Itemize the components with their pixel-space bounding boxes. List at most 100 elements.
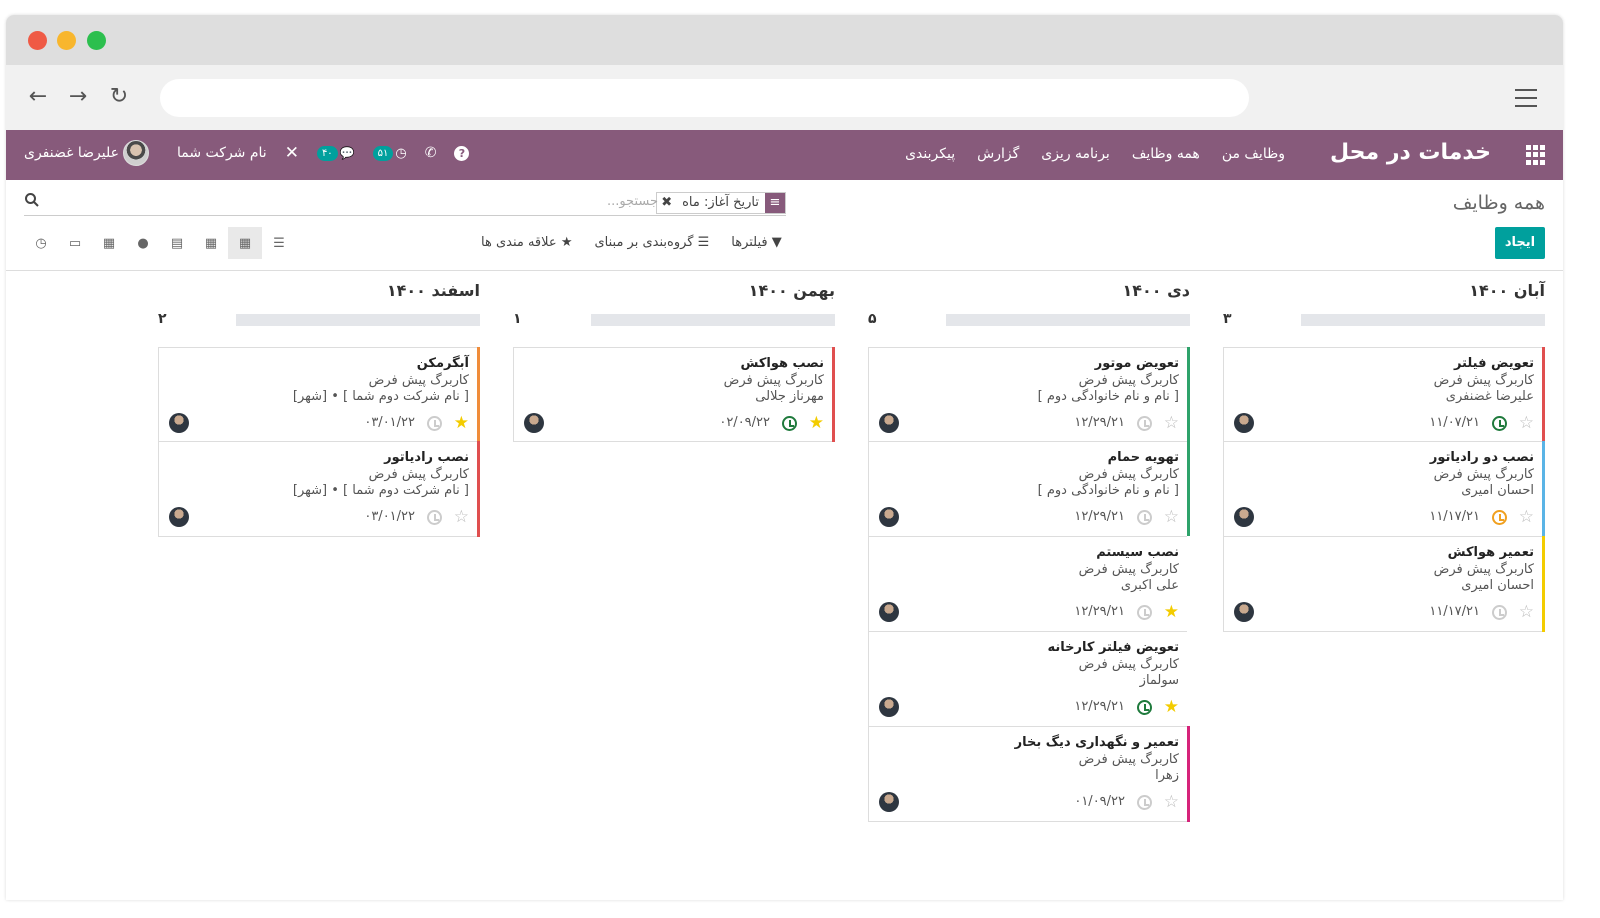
- task-worksheet: کاربرگ پیش فرض: [368, 467, 469, 482]
- search-icon[interactable]: [24, 192, 40, 208]
- browser-window: ← → ↻ خدمات در محل وظایف من همه وظایف بر…: [6, 15, 1563, 900]
- activity-clock-icon[interactable]: [782, 416, 797, 431]
- gantt-view-icon[interactable]: ▤: [160, 227, 194, 259]
- search-facet: ≡ تاریخ آغاز: ماه ✖: [656, 192, 786, 214]
- apps-grid-icon[interactable]: [1525, 145, 1545, 165]
- task-title: آبگرمکن: [416, 356, 469, 371]
- priority-star-icon[interactable]: ☆: [1519, 508, 1534, 526]
- assignee-avatar[interactable]: [879, 792, 899, 812]
- menu-my-tasks[interactable]: وظایف من: [1222, 146, 1285, 162]
- pivot-view-icon[interactable]: ▦: [92, 227, 126, 259]
- task-card[interactable]: تعویض فیلتر کارخانه کاربرگ پیش فرض سولماز ★…: [868, 631, 1190, 727]
- menu-all-tasks[interactable]: همه وظایف: [1132, 146, 1200, 162]
- activity-clock-icon[interactable]: [1492, 605, 1507, 620]
- task-card[interactable]: تعمیر هواکش کاربرگ پیش فرض احسان امیری ☆ ۱۱/…: [1223, 536, 1545, 632]
- task-card[interactable]: تهویه حمام کاربرگ پیش فرض[ نام و نام خانو…: [868, 441, 1190, 537]
- task-card[interactable]: تعمیر و نگهداری دیگ بخار کاربرگ پیش فرض زه…: [868, 726, 1190, 822]
- color-stripe: [1187, 536, 1190, 632]
- activity-clock-icon[interactable]: [1492, 510, 1507, 525]
- task-card[interactable]: نصب هواکش کاربرگ پیش فرض مهرناز جلالی ★ ۰۲/۰…: [513, 347, 835, 442]
- menu-configuration[interactable]: پیکربندی: [905, 146, 955, 162]
- menu-reporting[interactable]: گزارش: [977, 146, 1019, 162]
- activity-clock-icon[interactable]: [1492, 416, 1507, 431]
- assignee-avatar[interactable]: [524, 413, 544, 433]
- assignee-avatar[interactable]: [879, 602, 899, 622]
- phone-icon[interactable]: ✆: [425, 145, 437, 161]
- close-window-button[interactable]: [28, 31, 47, 50]
- task-customer: [ نام شرکت دوم شما ] • [شهر]: [292, 389, 469, 404]
- column-title[interactable]: اسفند ۱۴۰۰: [387, 281, 480, 300]
- help-icon[interactable]: ?: [454, 145, 470, 161]
- priority-star-icon[interactable]: ☆: [1164, 793, 1179, 811]
- user-menu[interactable]: علیرضا غضنفری: [24, 140, 149, 166]
- color-stripe: [1542, 441, 1545, 537]
- minimize-window-button[interactable]: [57, 31, 76, 50]
- priority-star-icon[interactable]: ☆: [1519, 414, 1534, 432]
- priority-star-icon[interactable]: ☆: [454, 508, 469, 526]
- activity-clock-icon[interactable]: [1137, 416, 1152, 431]
- priority-star-icon[interactable]: ★: [454, 414, 469, 432]
- activity-clock-icon[interactable]: [1137, 510, 1152, 525]
- activity-clock-icon[interactable]: [427, 416, 442, 431]
- priority-star-icon[interactable]: ★: [1164, 603, 1179, 621]
- debug-tools-icon[interactable]: ✕: [285, 143, 299, 163]
- maximize-window-button[interactable]: [87, 31, 106, 50]
- create-button[interactable]: ایجاد: [1495, 227, 1545, 259]
- column-title[interactable]: دی ۱۴۰۰: [1122, 281, 1190, 300]
- activity-view-icon[interactable]: ◷: [24, 227, 58, 259]
- groupby-dropdown[interactable]: ☰ گروه‌بندی بر مبنای: [594, 235, 709, 250]
- assignee-avatar[interactable]: [1234, 413, 1254, 433]
- search-input[interactable]: جستجو...: [607, 194, 658, 209]
- task-card[interactable]: تعویض فیلتر کاربرگ پیش فرض علیرضا غضنفری ☆ ۱…: [1223, 347, 1545, 442]
- activity-clock-icon[interactable]: [1137, 700, 1152, 715]
- menu-planning[interactable]: برنامه ریزی: [1041, 146, 1110, 162]
- color-stripe: [477, 347, 480, 442]
- assignee-avatar[interactable]: [169, 507, 189, 527]
- activity-clock-icon[interactable]: [427, 510, 442, 525]
- assignee-avatar[interactable]: [879, 697, 899, 717]
- chat-icon: 💬: [339, 146, 355, 160]
- url-bar[interactable]: [160, 79, 1249, 117]
- graph-view-icon[interactable]: ▭: [58, 227, 92, 259]
- remove-facet-icon[interactable]: ✖: [657, 193, 676, 213]
- activity-clock-icon[interactable]: [1137, 605, 1152, 620]
- priority-star-icon[interactable]: ☆: [1519, 603, 1534, 621]
- task-card[interactable]: نصب سیستم کاربرگ پیش فرض علی اکبری ★ ۱۲/۲۹/۲…: [868, 536, 1190, 632]
- forward-arrow-icon[interactable]: →: [66, 85, 90, 109]
- task-card[interactable]: نصب رادیاتور کاربرگ پیش فرض[ نام شرکت دوم…: [158, 441, 480, 537]
- filters-dropdown[interactable]: ▼ فیلترها: [731, 235, 782, 250]
- priority-star-icon[interactable]: ☆: [1164, 508, 1179, 526]
- assignee-avatar[interactable]: [1234, 507, 1254, 527]
- favorites-dropdown[interactable]: ★ علاقه مندی ها: [481, 235, 572, 250]
- priority-star-icon[interactable]: ★: [809, 414, 824, 432]
- column-cards: نصب هواکش کاربرگ پیش فرض مهرناز جلالی ★ ۰۲/۰…: [513, 347, 835, 442]
- funnel-icon: ▼: [771, 235, 782, 250]
- assignee-avatar[interactable]: [169, 413, 189, 433]
- assignee-avatar[interactable]: [1234, 602, 1254, 622]
- task-title: تعویض موتور: [1094, 356, 1179, 371]
- task-card[interactable]: نصب دو رادیاتور کاربرگ پیش فرض احسان امیری…: [1223, 441, 1545, 537]
- priority-star-icon[interactable]: ★: [1164, 698, 1179, 716]
- back-arrow-icon[interactable]: ←: [26, 85, 50, 109]
- task-card[interactable]: آبگرمکن کاربرگ پیش فرض[ نام شرکت دوم شما …: [158, 347, 480, 442]
- calendar-view-icon[interactable]: ▦: [194, 227, 228, 259]
- column-title[interactable]: آبان ۱۴۰۰: [1469, 281, 1545, 300]
- assignee-avatar[interactable]: [879, 507, 899, 527]
- list-view-icon[interactable]: ☰: [262, 227, 296, 259]
- assignee-avatar[interactable]: [879, 413, 899, 433]
- messaging-menu[interactable]: ۴۰ 💬: [316, 145, 355, 161]
- priority-star-icon[interactable]: ☆: [1164, 414, 1179, 432]
- browser-menu-icon[interactable]: [1515, 89, 1537, 107]
- company-name[interactable]: نام شرکت شما: [177, 145, 267, 161]
- app-title[interactable]: خدمات در محل: [1330, 140, 1491, 165]
- activity-clock-icon[interactable]: [1137, 795, 1152, 810]
- activity-menu[interactable]: ۵۱ ◷: [372, 145, 407, 161]
- search-bar[interactable]: ≡ تاریخ آغاز: ماه ✖ جستجو...: [24, 190, 786, 216]
- task-card[interactable]: تعویض موتور کاربرگ پیش فرض[ نام و نام خان…: [868, 347, 1190, 442]
- app-navbar: خدمات در محل وظایف من همه وظایف برنامه ر…: [6, 130, 1563, 180]
- kanban-view-icon[interactable]: ▦: [228, 227, 262, 259]
- reload-icon[interactable]: ↻: [107, 85, 131, 109]
- column-title[interactable]: بهمن ۱۴۰۰: [749, 281, 835, 300]
- clock-icon: ◷: [395, 145, 407, 161]
- map-view-icon[interactable]: ●: [126, 227, 160, 259]
